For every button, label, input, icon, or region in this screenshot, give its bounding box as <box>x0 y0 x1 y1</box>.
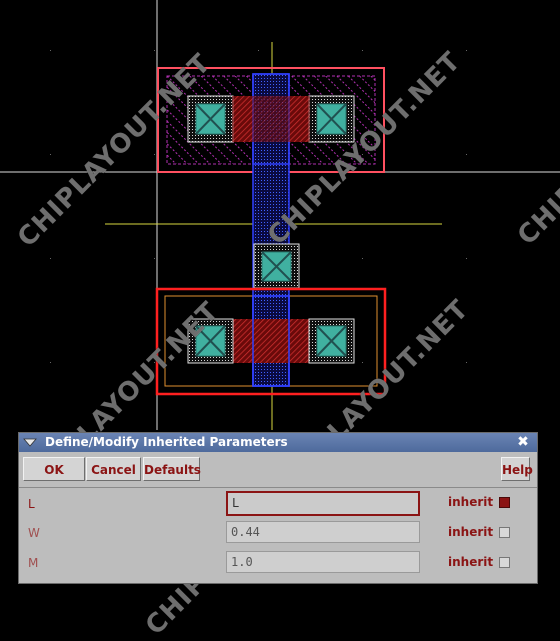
ok-button[interactable]: OK <box>23 457 85 481</box>
dialog-toolbar: OK Cancel Defaults Help <box>19 453 537 488</box>
layout-canvas[interactable] <box>0 0 560 430</box>
gate-contact <box>253 243 300 289</box>
inherit-label-m: inherit <box>448 555 494 569</box>
inherit-label-w: inherit <box>448 525 494 539</box>
inherit-checkbox-l[interactable] <box>499 497 510 508</box>
inherit-label-l: inherit <box>448 495 494 509</box>
help-button[interactable]: Help <box>501 457 533 481</box>
inherited-parameters-dialog: Define/Modify Inherited Parameters ✖ OK … <box>18 432 538 584</box>
param-label-m: M <box>28 556 39 570</box>
param-w-input[interactable]: 0.44 <box>226 521 420 543</box>
dialog-titlebar[interactable]: Define/Modify Inherited Parameters ✖ <box>19 433 537 452</box>
defaults-button[interactable]: Defaults <box>143 457 201 481</box>
inherit-checkbox-m[interactable] <box>499 557 510 568</box>
close-icon[interactable]: ✖ <box>515 434 531 450</box>
inherit-checkbox-w[interactable] <box>499 527 510 538</box>
param-label-w: W <box>28 526 40 540</box>
cancel-button[interactable]: Cancel <box>86 457 141 481</box>
param-l-input[interactable]: L <box>226 491 420 516</box>
param-m-input[interactable]: 1.0 <box>226 551 420 573</box>
param-label-l: L <box>28 497 35 511</box>
dialog-title: Define/Modify Inherited Parameters <box>45 435 288 449</box>
window-menu-icon[interactable] <box>23 436 37 449</box>
